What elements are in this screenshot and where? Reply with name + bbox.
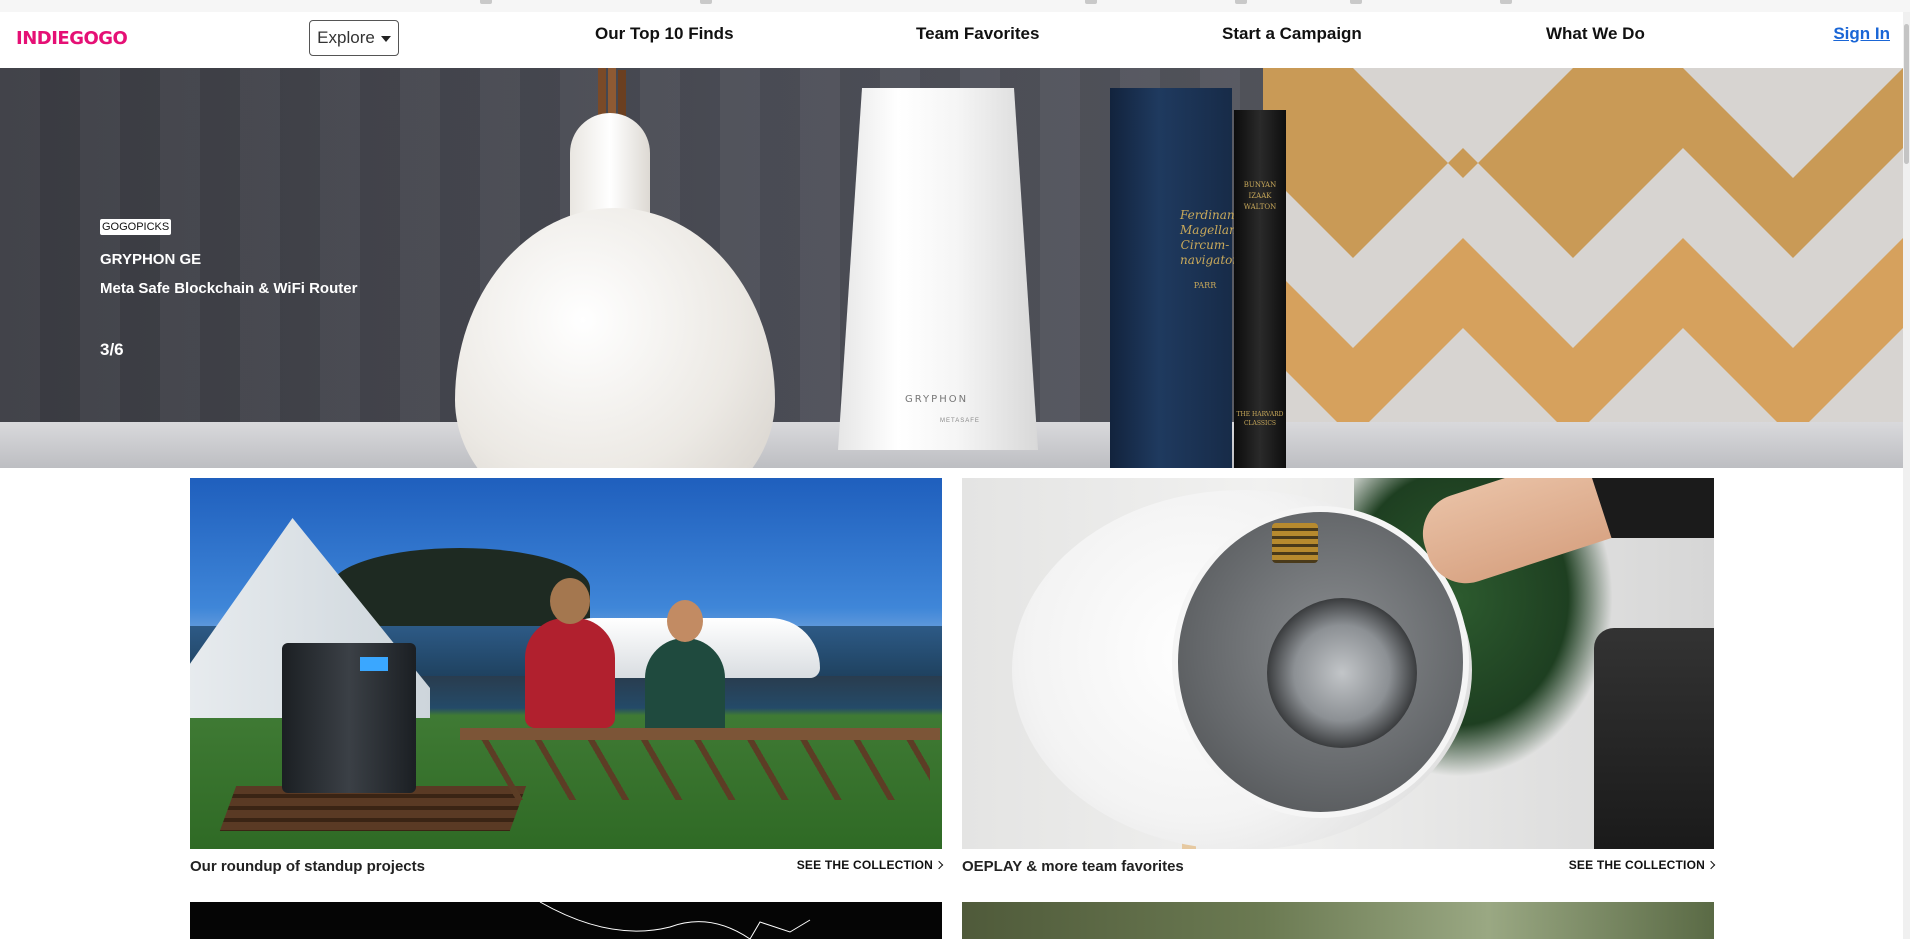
nav-link-start-a-campaign[interactable]: Start a Campaign bbox=[1222, 24, 1362, 44]
router-brand-text: GRYPHON bbox=[905, 394, 969, 405]
hero-subtitle[interactable]: Meta Safe Blockchain & WiFi Router bbox=[100, 280, 357, 297]
collection-caption[interactable]: Our roundup of standup projects bbox=[190, 858, 425, 875]
see-collection-label: SEE THE COLLECTION bbox=[1568, 858, 1705, 872]
nav-link-what-we-do[interactable]: What We Do bbox=[1546, 24, 1645, 44]
nav-link-top-10-finds[interactable]: Our Top 10 Finds bbox=[595, 24, 734, 44]
indiegogo-logo[interactable]: INDIEGOGO bbox=[16, 28, 128, 49]
page-scrollbar[interactable] bbox=[1903, 12, 1910, 939]
sign-in-link[interactable]: Sign In bbox=[1833, 24, 1890, 44]
hero-slide-counter: 3/6 bbox=[100, 340, 124, 359]
caret-down-icon bbox=[380, 35, 391, 42]
book1-author: PARR bbox=[1193, 281, 1217, 290]
power-station-image bbox=[282, 643, 416, 793]
collection-image-camping[interactable] bbox=[190, 478, 942, 849]
speaker-sofa bbox=[1594, 628, 1714, 849]
collection-card-next-1[interactable] bbox=[190, 902, 942, 939]
explore-dropdown-button[interactable]: Explore bbox=[309, 20, 399, 56]
see-collection-link[interactable]: SEE THE COLLECTION bbox=[796, 858, 944, 872]
book2-title: BUNYAN IZAAK WALTON bbox=[1243, 181, 1277, 211]
site-header: INDIEGOGO Explore Our Top 10 Finds Team … bbox=[0, 12, 1910, 68]
hero-carousel[interactable]: GRYPHON METASAFE Ferdinand Magellan, Cir… bbox=[0, 68, 1903, 468]
book-black: BUNYAN IZAAK WALTON THE HARVARD CLASSICS bbox=[1234, 110, 1286, 468]
nav-link-team-favorites[interactable]: Team Favorites bbox=[916, 24, 1039, 44]
camp-person-woman bbox=[645, 600, 725, 738]
collection-image-speaker[interactable] bbox=[962, 478, 1714, 849]
book-blue: Ferdinand Magellan, Circum-navigator PAR… bbox=[1110, 88, 1243, 468]
explore-label: Explore bbox=[317, 28, 375, 47]
line-art-graphic bbox=[539, 902, 811, 939]
book1-title: Ferdinand Magellan, Circum-navigator bbox=[1180, 208, 1243, 267]
collection-caption[interactable]: OEPLAY & more team favorites bbox=[962, 858, 1184, 875]
speaker-tweeter bbox=[1272, 523, 1318, 563]
see-collection-label: SEE THE COLLECTION bbox=[796, 858, 933, 872]
see-collection-link[interactable]: SEE THE COLLECTION bbox=[1568, 858, 1716, 872]
chevron-right-icon bbox=[934, 860, 944, 870]
collection-card-next-2[interactable] bbox=[962, 902, 1714, 939]
camp-table-legs bbox=[470, 740, 930, 800]
speaker-driver bbox=[1267, 598, 1417, 748]
chevron-right-icon bbox=[1706, 860, 1716, 870]
scrollbar-thumb[interactable] bbox=[1904, 24, 1909, 164]
camp-person-man bbox=[525, 578, 615, 728]
camp-table bbox=[460, 728, 940, 740]
router-sub-text: METASAFE bbox=[940, 418, 980, 424]
hero-chevron-wall bbox=[1263, 68, 1903, 468]
gogopicks-badge: GOGOPICKS bbox=[100, 219, 172, 235]
book2-bottom: THE HARVARD CLASSICS bbox=[1236, 411, 1284, 427]
hero-title[interactable]: GRYPHON GE bbox=[100, 251, 201, 268]
